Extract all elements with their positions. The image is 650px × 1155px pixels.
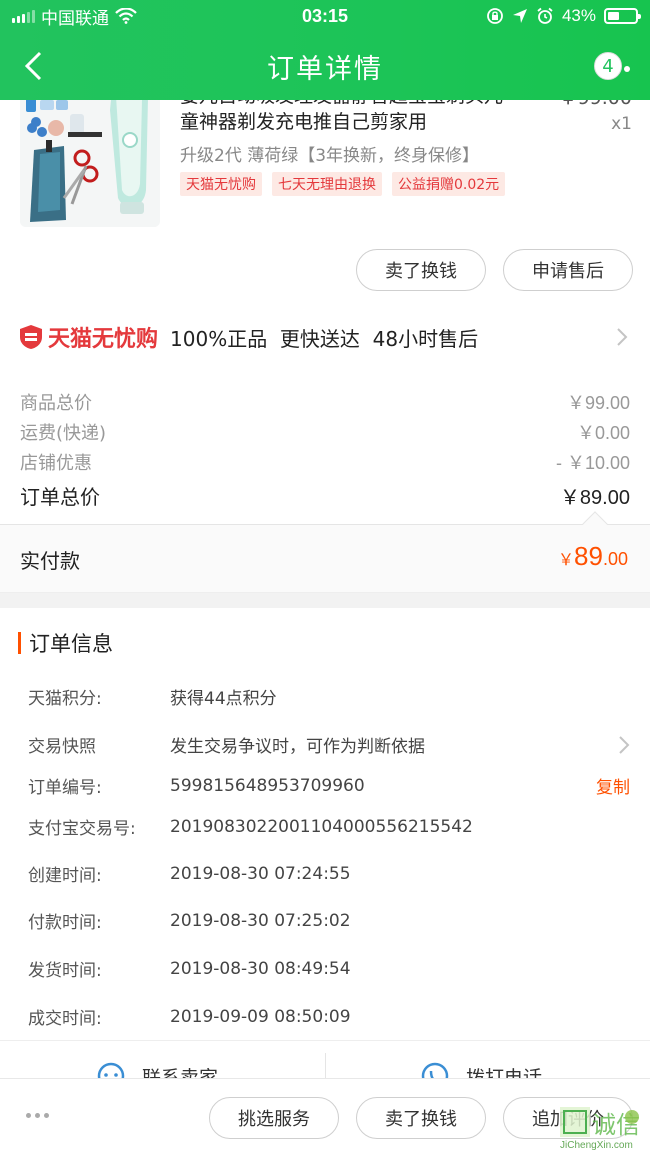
carrier-name: 中国联通 [41,8,109,28]
order-info-key: 成交时间: [28,1009,102,1029]
order-info-header: 订单信息 [18,628,113,658]
back-button[interactable] [16,46,50,86]
order-info-value: 599815648953709960 [170,775,365,796]
amount-decimal: .00 [602,549,628,569]
location-arrow-icon [512,9,527,23]
order-info-row-points: 天猫积分: 获得44点积分 [28,684,630,709]
order-info-value: 2019083022001104000556215542 [170,816,473,837]
price-summary: 商品总价 ￥99.00 运费(快递) ￥0.00 店铺优惠 - ￥10.00 订… [0,369,650,525]
product-tags: 天猫无忧购 七天无理由退换 公益捐赠0.02元 [180,172,506,196]
order-info-row-shipped-time: 发货时间: 2019-08-30 08:49:54 [28,956,630,982]
summary-row-goods-total: 商品总价 ￥99.00 [20,389,630,415]
actual-payment-amount: ￥89.00 [558,541,628,572]
product-sku: 升级2代 薄荷绿【3年换新，终身保修】 [180,146,480,166]
nav-bar: 订单详情 4 [0,32,650,100]
order-info-value: 2019-08-30 07:25:02 [170,910,351,931]
order-info-value: 发生交易争议时，可作为判断依据 [170,737,425,757]
status-left: 中国联通 [12,4,232,29]
chevron-right-icon [619,735,630,754]
wifi-icon [115,8,137,24]
order-info-row-created-time: 创建时间: 2019-08-30 07:24:55 [28,861,630,887]
order-info-key: 天猫积分: [28,689,102,709]
section-accent-bar [18,632,21,654]
tmall-guarantee-brand: 天猫无忧购 [48,327,159,352]
order-info-row-snapshot[interactable]: 交易快照 发生交易争议时，可作为判断依据 [28,732,630,757]
order-info-key: 付款时间: [28,913,102,933]
order-info-key: 订单编号: [28,778,102,798]
rotation-lock-icon [487,8,503,24]
amount-integer: 89 [574,541,603,571]
order-info-row-paid-time: 付款时间: 2019-08-30 07:25:02 [28,908,630,934]
tag-tmall-worry-free: 天猫无忧购 [180,172,262,196]
tag-seven-day-return: 七天无理由退换 [272,172,382,196]
order-info-section: 订单信息 天猫积分: 获得44点积分 交易快照 发生交易争议时，可作为判断依据 … [0,608,650,1040]
order-info-value: 2019-08-30 08:49:54 [170,958,351,979]
order-info-key: 交易快照 [28,737,96,757]
contact-divider [325,1053,326,1080]
summary-label: 商品总价 [20,393,92,414]
shield-icon [20,325,42,349]
tag-charity-donation: 公益捐赠0.02元 [392,172,506,196]
summary-row-shipping: 运费(快递) ￥0.00 [20,419,630,445]
page-title: 订单详情 [267,53,383,85]
order-info-title: 订单信息 [29,632,113,656]
order-info-key: 支付宝交易号: [28,819,136,839]
contact-bar: 联系卖家 拨打电话 [0,1040,650,1080]
order-info-value: 2019-09-09 08:50:09 [170,1006,351,1027]
order-total-value: ￥89.00 [559,487,630,509]
order-total-label: 订单总价 [20,485,100,509]
sell-for-cash-button-bottom[interactable]: 卖了换钱 [356,1097,486,1139]
summary-value: - ￥10.00 [555,453,630,473]
order-info-value: 获得44点积分 [170,689,277,709]
status-bar: 中国联通 03:15 43% [0,0,650,32]
order-info-row-order-number: 订单编号: 599815648953709960 复制 [28,773,630,799]
more-menu-button[interactable]: 4 [594,52,634,84]
status-time: 03:15 [301,5,349,26]
summary-row-store-discount: 店铺优惠 - ￥10.00 [20,449,630,475]
apply-after-sale-button[interactable]: 申请售后 [503,249,633,291]
chevron-right-icon [617,328,628,346]
order-info-key: 创建时间: [28,866,102,886]
actual-payment-label: 实付款 [20,549,80,573]
product-title-line2: 童神器剃发充电推自己剪家用 [180,111,428,133]
summary-value: ￥0.00 [576,423,630,443]
tmall-guarantee-text: 100%正品 更快送达 48小时售后 [170,326,479,351]
tmall-guarantee-row[interactable]: 天猫无忧购 100%正品 更快送达 48小时售后 [0,305,650,369]
summary-label: 店铺优惠 [20,453,92,474]
summary-row-order-total: 订单总价 ￥89.00 [20,481,630,510]
alarm-icon [537,7,553,24]
tmall-guarantee-logo: 天猫无忧购 [18,321,158,353]
order-info-row-alipay-number: 支付宝交易号: 2019083022001104000556215542 [28,814,630,840]
order-info-key: 发货时间: [28,961,102,981]
battery-icon [604,8,641,24]
app-header: 中国联通 03:15 43% 订单详情 4 [0,0,650,100]
add-review-button[interactable]: 追加评价 [503,1097,633,1139]
status-right: 43% [418,6,641,26]
signal-icon [12,9,35,23]
order-info-row-completed-time: 成交时间: 2019-09-09 08:50:09 [28,1004,630,1030]
message-count-badge: 4 [594,52,622,80]
chevron-left-icon [24,51,42,81]
select-service-button[interactable]: 挑选服务 [209,1097,339,1139]
summary-value: ￥99.00 [566,393,630,413]
bottom-toolbar: 挑选服务 卖了换钱 追加评价 [0,1078,650,1155]
order-info-value: 2019-08-30 07:24:55 [170,863,351,884]
sell-for-cash-button[interactable]: 卖了换钱 [356,249,486,291]
product-quantity: x1 [611,114,632,134]
more-actions-button[interactable] [26,1113,49,1118]
currency-symbol: ￥ [558,552,575,569]
battery-percent: 43% [561,6,596,25]
actual-payment-row: 实付款 ￥89.00 [0,511,650,593]
summary-label: 运费(快递) [20,423,107,444]
battery-fill [608,12,620,20]
copy-order-number-button[interactable]: 复制 [596,773,630,798]
